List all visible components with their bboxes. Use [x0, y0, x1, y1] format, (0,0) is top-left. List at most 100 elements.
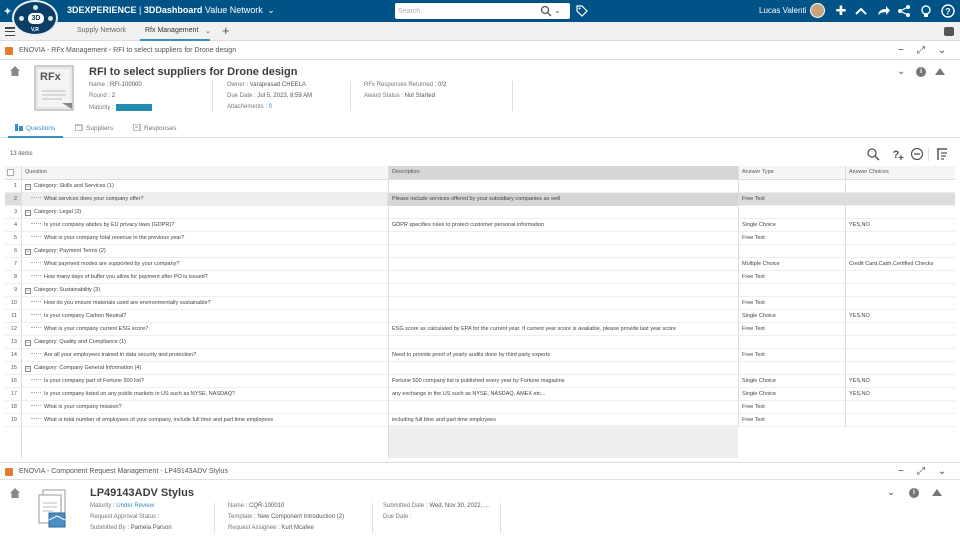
question-cell[interactable]: What is your company mission? — [21, 401, 387, 414]
table-row[interactable]: 5 What is your company total revenue in t… — [5, 232, 955, 245]
description-cell[interactable] — [388, 401, 738, 414]
table-row[interactable]: 17 Is your company listed on any public m… — [5, 388, 955, 401]
filter-sort-icon[interactable] — [935, 147, 949, 161]
select-all-checkbox[interactable] — [7, 169, 14, 176]
add-tab-icon[interactable]: + — [222, 23, 230, 38]
tab-supply-network[interactable]: Supply Network — [77, 27, 126, 34]
attachments-link[interactable]: 0 — [269, 104, 272, 110]
table-row[interactable]: 2 What services does your company offer? P… — [5, 193, 955, 206]
remove-icon[interactable] — [910, 147, 924, 161]
minimize-icon[interactable]: − — [895, 45, 907, 56]
description-cell[interactable] — [388, 297, 738, 310]
answer-choices-cell[interactable] — [845, 362, 955, 375]
info-icon[interactable]: i — [909, 488, 919, 498]
chevron-down-icon[interactable]: ⌄ — [205, 27, 211, 35]
search-input[interactable] — [398, 5, 538, 17]
add-icon[interactable]: ✚ — [833, 3, 849, 19]
collapse-toggle-icon[interactable]: − — [25, 184, 31, 190]
description-cell[interactable]: Need to provide proof of yearly audits d… — [388, 349, 738, 362]
collapse-toggle-icon[interactable]: − — [25, 340, 31, 346]
collapse-toggle-icon[interactable]: − — [25, 210, 31, 216]
description-cell[interactable] — [388, 271, 738, 284]
answer-choices-cell[interactable] — [845, 336, 955, 349]
collapse-toggle-icon[interactable]: − — [25, 249, 31, 255]
question-cell[interactable]: What services does your company offer? — [21, 193, 387, 206]
answer-type-cell[interactable] — [738, 336, 845, 349]
answer-choices-cell[interactable] — [845, 206, 955, 219]
chat-icon[interactable] — [944, 27, 954, 36]
table-row[interactable]: 12 What is your company current ESG score… — [5, 323, 955, 336]
chevron-down-icon[interactable]: ⌄ — [887, 487, 895, 498]
answer-type-cell[interactable] — [738, 245, 845, 258]
answer-choices-cell[interactable]: Credit Card,Cash,Certified Checks — [845, 258, 955, 271]
answer-type-cell[interactable]: Single Choice — [738, 388, 845, 401]
description-cell[interactable]: ESG score as calculated by EPA for the c… — [388, 323, 738, 336]
question-cell[interactable]: − Category: Legal (2) — [21, 206, 387, 219]
description-cell[interactable] — [388, 336, 738, 349]
description-cell[interactable] — [388, 232, 738, 245]
answer-type-cell[interactable] — [738, 206, 845, 219]
description-cell[interactable]: any exchange in the US such as NYSE, NAS… — [388, 388, 738, 401]
share-icon[interactable] — [875, 3, 891, 19]
search-icon[interactable] — [866, 147, 880, 161]
maturity-status[interactable]: Under Review — [116, 503, 154, 509]
answer-choices-cell[interactable] — [845, 323, 955, 336]
description-cell[interactable]: Fortune 500 company list is published ev… — [388, 375, 738, 388]
maturity-badge[interactable] — [115, 104, 152, 111]
answer-type-cell[interactable] — [738, 362, 845, 375]
answer-type-cell[interactable]: Free Text — [738, 401, 845, 414]
description-cell[interactable]: Please include services offered by your … — [388, 193, 738, 206]
home-icon[interactable] — [9, 65, 21, 77]
question-cell[interactable]: Is your company part of Fortune 500 list… — [21, 375, 387, 388]
answer-choices-cell[interactable] — [845, 401, 955, 414]
column-header-question[interactable]: Question — [21, 166, 387, 179]
collaboration-icon[interactable] — [853, 3, 869, 19]
answer-choices-cell[interactable]: YES,NO — [845, 219, 955, 232]
home-icon[interactable] — [9, 487, 21, 499]
question-cell[interactable]: Are all your employees trained in data s… — [21, 349, 387, 362]
collapse-toggle-icon[interactable]: − — [25, 288, 31, 294]
question-cell[interactable]: How many days of buffer you allow for pa… — [21, 271, 387, 284]
answer-type-cell[interactable]: Single Choice — [738, 310, 845, 323]
question-cell[interactable]: What is your company total revenue in th… — [21, 232, 387, 245]
question-cell[interactable]: How do you ensure materials used are env… — [21, 297, 387, 310]
answer-choices-cell[interactable]: YES,NO — [845, 310, 955, 323]
answer-type-cell[interactable]: Single Choice — [738, 219, 845, 232]
table-row[interactable]: 7 What payment modes are supported by you… — [5, 258, 955, 271]
chevron-down-icon[interactable]: ⌄ — [267, 5, 275, 15]
question-cell[interactable]: Is your company abides by EU privacy law… — [21, 219, 387, 232]
description-cell[interactable] — [388, 284, 738, 297]
category-row[interactable]: 15 − Category: Company General Information… — [5, 362, 955, 375]
table-row[interactable]: 10 How do you ensure materials used are e… — [5, 297, 955, 310]
answer-type-cell[interactable]: Free Text — [738, 323, 845, 336]
answer-choices-cell[interactable] — [845, 284, 955, 297]
app-brand[interactable]: 3DEXPERIENCE | 3DDashboard Value Network… — [67, 5, 275, 16]
avatar[interactable] — [810, 3, 825, 18]
minimize-icon[interactable]: − — [895, 466, 907, 477]
info-icon[interactable]: i — [916, 67, 926, 77]
table-row[interactable]: 4 Is your company abides by EU privacy la… — [5, 219, 955, 232]
answer-type-cell[interactable]: Multiple Choice — [738, 258, 845, 271]
help-icon[interactable]: ? — [940, 3, 956, 19]
answer-choices-cell[interactable]: YES,NO — [845, 388, 955, 401]
answer-choices-cell[interactable] — [845, 232, 955, 245]
add-question-icon[interactable]: ? — [891, 147, 905, 161]
question-cell[interactable]: What is your company current ESG score? — [21, 323, 387, 336]
question-cell[interactable]: What payment modes are supported by your… — [21, 258, 387, 271]
column-header-answer-choices[interactable]: Answer Choices — [845, 166, 955, 179]
category-row[interactable]: 6 − Category: Payment Terms (2) — [5, 245, 955, 258]
collapse-toggle-icon[interactable]: − — [25, 366, 31, 372]
description-cell[interactable]: GDPR specifies rules to protect customer… — [388, 219, 738, 232]
question-cell[interactable]: − Category: Company General Information (… — [21, 362, 387, 375]
search-dropdown-icon[interactable]: ⌄ — [554, 6, 566, 16]
chevron-down-icon[interactable]: ⌄ — [897, 66, 905, 77]
bulb-icon[interactable] — [918, 3, 934, 19]
column-header-description[interactable]: Description — [388, 166, 738, 179]
maximize-icon[interactable]: ⤢ — [915, 466, 927, 477]
description-cell[interactable] — [388, 180, 738, 193]
category-row[interactable]: 3 − Category: Legal (2) — [5, 206, 955, 219]
tag-icon[interactable] — [575, 4, 588, 17]
question-cell[interactable]: − Category: Skills and Services (1) — [21, 180, 387, 193]
search-box[interactable]: ⌄ — [395, 3, 570, 19]
answer-choices-cell[interactable] — [845, 180, 955, 193]
